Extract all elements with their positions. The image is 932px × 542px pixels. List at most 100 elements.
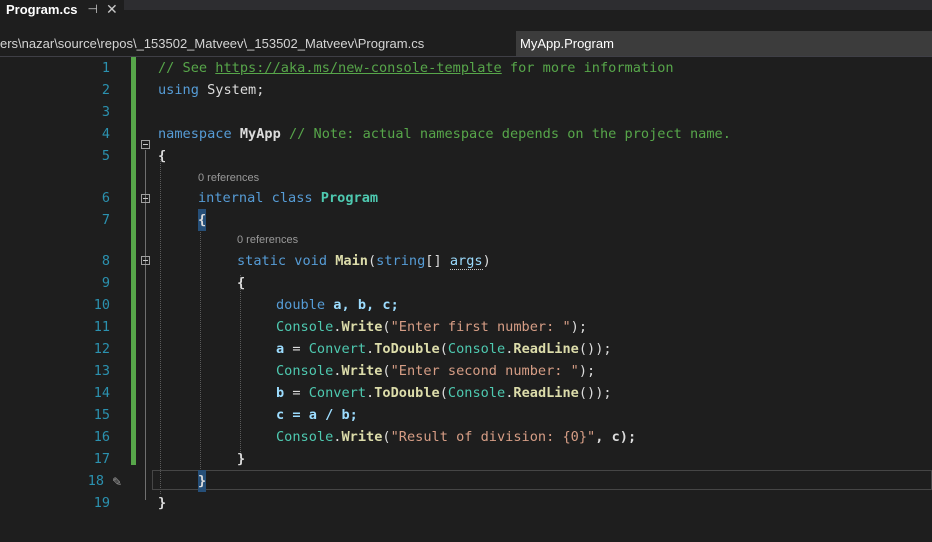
line-number: 13 — [93, 363, 110, 379]
string-literal: "Result of division: {0}" — [390, 429, 596, 445]
brace: } — [158, 495, 167, 511]
keyword: namespace — [158, 126, 232, 142]
brace: { — [158, 148, 167, 164]
code-text: internal class Program — [198, 187, 378, 209]
brace: } — [198, 470, 207, 492]
tab-program-cs[interactable]: Program.cs ⊣ ✕ — [0, 0, 124, 18]
comment: for more information — [501, 60, 674, 76]
identifier: System; — [198, 82, 265, 98]
keyword: double — [276, 297, 326, 313]
method-call: Write — [341, 319, 383, 335]
line-number: 4 — [101, 126, 110, 142]
method-call: Write — [341, 363, 383, 379]
line-number: 1 — [101, 60, 110, 76]
keyword: static — [237, 253, 287, 269]
method-call: ReadLine — [513, 385, 579, 401]
code-line-9: 9 { — [0, 272, 932, 294]
code-text: namespace MyApp // Note: actual namespac… — [158, 123, 731, 145]
code-line-8: 8 static void Main(string[] args) — [0, 250, 932, 272]
code-line-6: 6 internal class Program — [0, 187, 932, 209]
line-number: 15 — [93, 407, 110, 423]
punct: ; — [578, 319, 588, 335]
tab-title: Program.cs — [6, 1, 78, 17]
keyword: internal — [198, 190, 264, 206]
navigation-bar: ers\nazar\source\repos\_153502_Matveev\_… — [0, 31, 932, 57]
punct: , c); — [595, 429, 637, 445]
codelens-references[interactable]: 0 references — [198, 171, 259, 185]
method-call: ReadLine — [513, 341, 579, 357]
code-text: double a, b, c; — [276, 294, 399, 316]
brace: { — [198, 209, 207, 231]
string-literal: "Enter second number: " — [390, 363, 579, 379]
class-ref: Convert — [308, 341, 367, 357]
code-line-12: 12 a = Convert.ToDouble(Console.ReadLine… — [0, 338, 932, 360]
line-number: 19 — [93, 495, 110, 511]
line-number: 16 — [93, 429, 110, 445]
code-line-19: 19 } — [0, 492, 932, 514]
punct: ( — [367, 253, 377, 269]
code-text: Console.Write("Result of division: {0}",… — [276, 426, 636, 448]
line-number: 7 — [101, 212, 110, 228]
code-line-11: 11 Console.Write("Enter first number: ")… — [0, 316, 932, 338]
class-ref: Console — [447, 385, 506, 401]
brace: { — [237, 275, 246, 291]
keyword: string — [376, 253, 426, 269]
code-text: static void Main(string[] args) — [237, 250, 491, 272]
punct: ( — [439, 385, 448, 401]
parameter: args — [449, 253, 483, 270]
close-icon[interactable]: ✕ — [106, 1, 118, 18]
line-number: 14 — [93, 385, 110, 401]
string-literal: "Enter first number: " — [390, 319, 571, 335]
comment: // See — [158, 60, 216, 76]
variables: a, b, c; — [325, 297, 399, 313]
code-line-18: 18 } — [0, 470, 932, 492]
line-number: 6 — [101, 190, 110, 206]
code-line-2: 2 using System; — [0, 79, 932, 101]
document-tab-strip: Program.cs ⊣ ✕ — [0, 0, 932, 18]
comment-link[interactable]: https://aka.ms/new-console-template — [215, 60, 501, 76]
punct: ()); — [578, 341, 612, 357]
line-number: 11 — [93, 319, 110, 335]
codelens-references[interactable]: 0 references — [237, 233, 298, 247]
code-line-15: 15 c = a / b; — [0, 404, 932, 426]
code-editor[interactable]: ✎ 1 // See https://aka.ms/new-console-te… — [0, 57, 932, 542]
code-line-7: 7 { — [0, 209, 932, 231]
variable: b — [276, 385, 285, 401]
line-number: 12 — [93, 341, 110, 357]
punct: ()); — [578, 385, 612, 401]
method-name: Main — [335, 253, 368, 269]
method-call: ToDouble — [374, 385, 440, 401]
variable: a — [276, 341, 285, 357]
punct: = — [284, 385, 309, 401]
code-line-16: 16 Console.Write("Result of division: {0… — [0, 426, 932, 448]
code-line-3: 3 — [0, 101, 932, 123]
punct: ( — [382, 319, 391, 335]
code-text: // See https://aka.ms/new-console-templa… — [158, 57, 674, 79]
file-path: ers\nazar\source\repos\_153502_Matveev\_… — [0, 36, 425, 51]
code-line-17: 17 } — [0, 448, 932, 470]
code-text: using System; — [158, 79, 264, 101]
file-path-dropdown[interactable]: ers\nazar\source\repos\_153502_Matveev\_… — [0, 31, 512, 56]
code-line-14: 14 b = Convert.ToDouble(Console.ReadLine… — [0, 382, 932, 404]
member-dropdown[interactable]: MyApp.Program — [516, 31, 932, 56]
pin-icon[interactable]: ⊣ — [88, 2, 98, 16]
code-line-10: 10 double a, b, c; — [0, 294, 932, 316]
keyword: using — [158, 82, 199, 98]
brace: } — [237, 451, 246, 467]
code-text: Console.Write("Enter first number: "); — [276, 316, 587, 338]
punct: . — [366, 341, 375, 357]
code-line-5: 5 { — [0, 145, 932, 167]
punct: ) — [482, 253, 491, 269]
punct: ) — [570, 319, 579, 335]
method-call: Write — [341, 429, 383, 445]
line-number: 3 — [101, 104, 110, 120]
line-number: 18 — [87, 473, 104, 489]
line-number: 10 — [93, 297, 110, 313]
comment: // Note: actual namespace depends on the… — [288, 126, 731, 142]
code-text: a = Convert.ToDouble(Console.ReadLine())… — [276, 338, 612, 360]
code-line-4: 4 namespace MyApp // Note: actual namesp… — [0, 123, 932, 145]
code-text: b = Convert.ToDouble(Console.ReadLine())… — [276, 382, 612, 404]
class-ref: Console — [276, 319, 334, 335]
keyword: void — [286, 253, 336, 269]
punct: ; — [587, 363, 596, 379]
